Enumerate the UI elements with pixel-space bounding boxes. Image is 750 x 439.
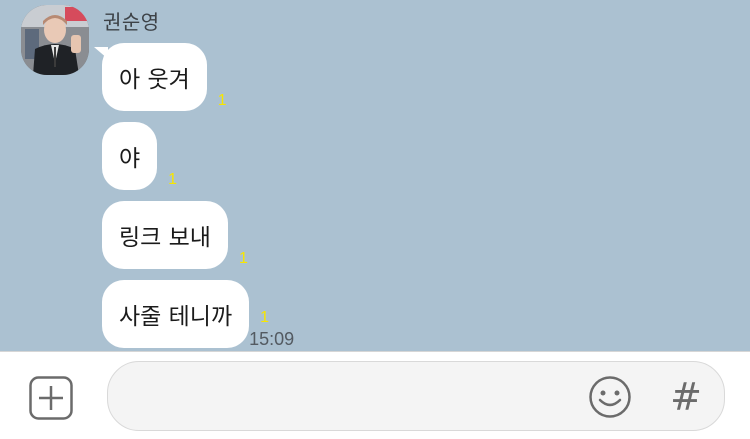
- message-row: 야 1: [102, 122, 177, 190]
- message-row: 링크 보내 1: [102, 201, 248, 269]
- unread-count: 1: [238, 250, 248, 267]
- unread-count: 1: [217, 92, 227, 109]
- hashtag-button[interactable]: #: [666, 374, 706, 420]
- message-bubble[interactable]: 야: [102, 122, 158, 190]
- message-row: 아 웃겨 1: [94, 43, 227, 111]
- message-row: 사줄 테니까 1 15:09: [102, 280, 294, 348]
- add-attachment-button[interactable]: [29, 376, 73, 420]
- message-input-bar: #: [0, 351, 750, 439]
- emoji-button[interactable]: [588, 375, 632, 419]
- message-bubble[interactable]: 링크 보내: [102, 201, 228, 269]
- sender-avatar[interactable]: [21, 5, 89, 75]
- unread-count: 1: [168, 171, 178, 188]
- chat-area[interactable]: 권순영 아 웃겨 1 야 1 링크 보내 1 사줄 테니까 1 15:09: [0, 0, 750, 351]
- plus-icon: [29, 376, 73, 420]
- message-input[interactable]: [107, 361, 725, 431]
- emoji-icon: [589, 376, 631, 418]
- message-timestamp: 15:09: [249, 329, 295, 349]
- unread-count: 1: [260, 309, 270, 326]
- message-bubble[interactable]: 아 웃겨: [94, 43, 207, 111]
- sender-name: 권순영: [103, 10, 160, 34]
- message-bubble[interactable]: 사줄 테니까: [102, 280, 250, 348]
